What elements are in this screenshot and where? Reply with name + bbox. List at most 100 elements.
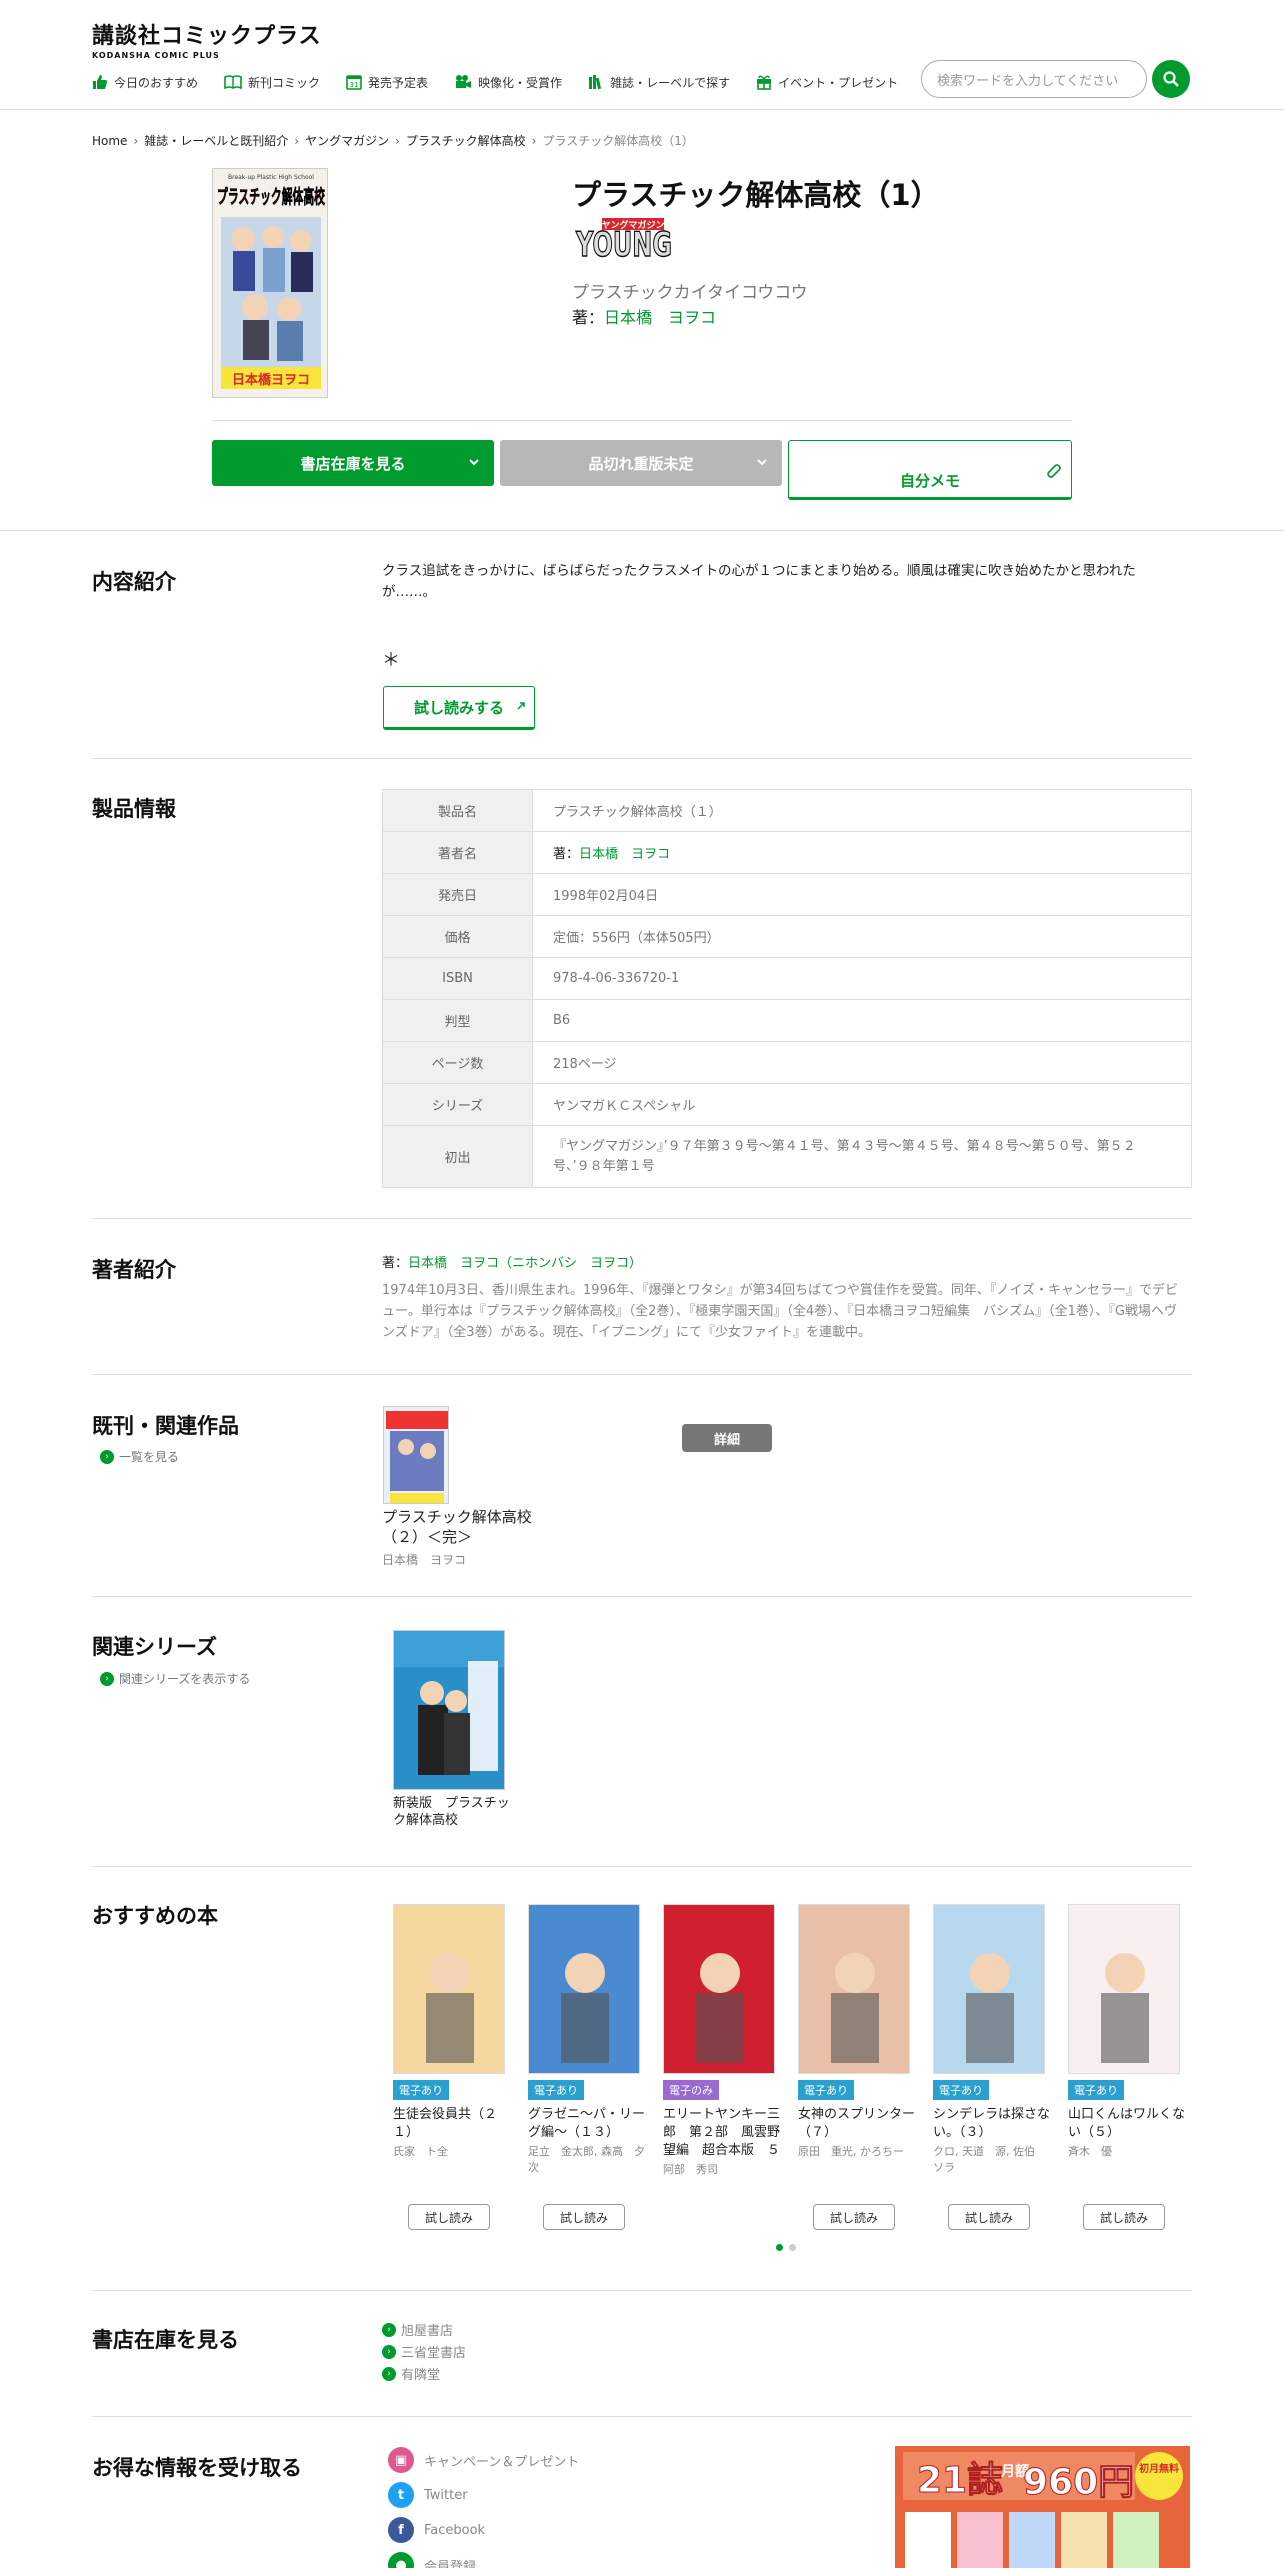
chevron-right-icon: › (100, 1449, 114, 1464)
twitter-label: Twitter (424, 2487, 468, 2503)
film-camera-icon (456, 75, 472, 88)
search-button[interactable] (1152, 60, 1190, 98)
book-title: プラスチック解体高校（1） (572, 178, 940, 212)
nav-magazines-labels[interactable]: 雑誌・レーベルで探す (588, 72, 730, 92)
recommend-title[interactable]: 生徒会役員共（２１） (393, 2106, 511, 2142)
store-stock-button[interactable]: 書店在庫を見る (212, 440, 494, 486)
recommend-try-read-button[interactable]: 試し読み (813, 2204, 895, 2230)
author-link[interactable]: 日本橋 ヨヲコ（ニホンバシ ヨヲコ） (408, 1256, 642, 1271)
section-title-recommend: おすすめの本 (92, 1904, 218, 1928)
table-row: ページ数 218ページ (382, 1041, 1192, 1084)
series-book-cover[interactable] (393, 1630, 505, 1790)
nav-new-comics[interactable]: 新刊コミック (224, 72, 320, 92)
store-stock-label: 書店在庫を見る (300, 454, 406, 473)
facebook-link[interactable]: f Facebook (388, 2517, 485, 2543)
site-header: 講談社コミックプラス KODANSHA COMIC PLUS 今日のおすすめ 新… (0, 0, 1284, 110)
store-link[interactable]: › 三省堂書店 (382, 2342, 466, 2361)
author-link[interactable]: 日本橋 ヨヲコ (579, 847, 670, 862)
book-author-line: 著：日本橋 ヨヲコ (572, 304, 716, 328)
series-list-label: 関連シリーズを表示する (119, 1672, 251, 1686)
recommend-cover[interactable] (663, 1904, 775, 2074)
row-key: 製品名 (382, 789, 533, 832)
pager-dot[interactable] (789, 2244, 796, 2251)
series-list-link[interactable]: › 関連シリーズを表示する (100, 1670, 250, 1687)
store-link[interactable]: › 有隣堂 (382, 2364, 440, 2383)
breadcrumb-home[interactable]: Home (92, 134, 127, 148)
recommend-cover[interactable] (393, 1904, 505, 2074)
recommend-item[interactable]: 電子のみ エリートヤンキー三郎 第２部 風雲野望編 超合本版 ５ 阿部 秀司 (663, 1904, 781, 2178)
nav-release-schedule[interactable]: 31 発売予定表 (346, 72, 428, 92)
row-value: 定価：556円（本体505円） (532, 915, 1192, 958)
recommend-title[interactable]: グラゼニ～パ・リーグ編～（１３） (528, 2106, 646, 2142)
pager-dot-active[interactable] (776, 2244, 783, 2251)
related-book-title[interactable]: プラスチック解体高校（２）＜完＞ (382, 1507, 562, 1547)
nav-today-recommend[interactable]: 今日のおすすめ (92, 72, 198, 92)
chevron-right-icon: › (382, 2344, 396, 2359)
store-label: 三省堂書店 (401, 2346, 467, 2361)
nav-events-presents[interactable]: イベント・プレゼント (756, 72, 898, 92)
nav-media-awards[interactable]: 映像化・受賞作 (454, 72, 562, 92)
search-input[interactable]: 検索ワードを入力してください (921, 60, 1147, 98)
recommend-try-read-button[interactable]: 試し読み (1083, 2204, 1165, 2230)
store-label: 有隣堂 (401, 2368, 441, 2383)
recommend-title[interactable]: エリートヤンキー三郎 第２部 風雲野望編 超合本版 ５ (663, 2106, 781, 2160)
section-title-stores: 書店在庫を見る (92, 2328, 239, 2352)
twitter-link[interactable]: t Twitter (388, 2482, 468, 2508)
recommend-cover[interactable] (528, 1904, 640, 2074)
related-book-cover[interactable] (383, 1406, 449, 1504)
recommend-title[interactable]: 山口くんはワルくない（５） (1068, 2106, 1186, 2142)
related-list-link[interactable]: › 一覧を見る (100, 1448, 179, 1465)
product-info-table: 製品名 プラスチック解体高校（１） 著者名 著：日本橋 ヨヲコ 発売日 1998年02… (382, 789, 1192, 1188)
store-link[interactable]: › 旭屋書店 (382, 2320, 453, 2339)
row-value: ヤンマガＫＣスペシャル (532, 1083, 1192, 1126)
row-key: 初出 (382, 1125, 533, 1188)
recommend-item[interactable]: 電子あり シンデレラは探さない。（３） クロ, 天道 源, 佐伯 ソラ (933, 1904, 1051, 2176)
section-title-series: 関連シリーズ (92, 1635, 217, 1659)
breadcrumb-magazines[interactable]: 雑誌・レーベルと既刊紹介 (144, 132, 288, 149)
gift-icon (757, 75, 772, 90)
carousel-pager (776, 2244, 796, 2251)
author-link[interactable]: 日本橋 ヨヲコ (604, 308, 716, 327)
recommend-item[interactable]: 電子あり 女神のスプリンター（７） 原田 重光, かろちー (798, 1904, 916, 2160)
recommend-tag: 電子あり (1068, 2080, 1124, 2100)
recommend-cover[interactable] (933, 1904, 1045, 2074)
recommend-item[interactable]: 電子あり 生徒会役員共（２１） 氏家 ト全 (393, 1904, 511, 2160)
divider (92, 1218, 1192, 1219)
global-nav: 今日のおすすめ 新刊コミック 31 発売予定表 映像化・受賞作 雑誌・レーベルで… (92, 72, 924, 92)
detail-button[interactable]: 詳細 (682, 1424, 772, 1452)
breadcrumb-young-magazine[interactable]: ヤングマガジン (305, 132, 389, 149)
recommend-item[interactable]: 電子あり グラゼニ～パ・リーグ編～（１３） 足立 金太郎, 森高 夕次 (528, 1904, 646, 2176)
recommend-cover[interactable] (798, 1904, 910, 2074)
recommend-try-read-button[interactable]: 試し読み (948, 2204, 1030, 2230)
author-prefix: 著： (572, 308, 605, 327)
recommend-title[interactable]: シンデレラは探さない。（３） (933, 2106, 1051, 2142)
campaign-link[interactable]: ▣ キャンペーン＆プレゼント (388, 2447, 579, 2473)
recommend-title[interactable]: 女神のスプリンター（７） (798, 2106, 916, 2142)
subscription-ad-banner[interactable]: 21誌 月額 960円 初月無料 (895, 2446, 1190, 2568)
try-read-button[interactable]: 試し読みする (383, 686, 535, 730)
ad-text-free: 初月無料 (1139, 2462, 1179, 2475)
author-prefix: 著： (382, 1256, 409, 1271)
cover-title: プラスチック解体高校 (217, 185, 326, 208)
series-book-title[interactable]: 新装版 プラスチック解体高校 (393, 1795, 511, 1829)
recommend-try-read-button[interactable]: 試し読み (543, 2204, 625, 2230)
recommend-author: クロ, 天道 源, 佐伯 ソラ (933, 2145, 1046, 2174)
search-icon (1163, 71, 1179, 87)
table-row: シリーズ ヤンマガＫＣスペシャル (382, 1083, 1192, 1126)
facebook-label: Facebook (424, 2522, 486, 2538)
my-memo-button[interactable]: 自分メモ (788, 440, 1072, 500)
ad-text-price: 960円 (1023, 2462, 1134, 2503)
recommend-tag: 電子のみ (663, 2080, 719, 2100)
site-logo[interactable]: 講談社コミックプラス KODANSHA COMIC PLUS (92, 18, 322, 60)
row-key: 発売日 (382, 873, 533, 916)
store-label: 旭屋書店 (401, 2324, 454, 2339)
magazine-logo[interactable]: YOUNG ヤングマガジン (572, 218, 676, 266)
member-register-link[interactable]: ● 会員登録 (388, 2552, 476, 2568)
row-value: 978-4-06-336720-1 (532, 957, 1192, 1000)
recommend-item[interactable]: 電子あり 山口くんはワルくない（５） 斉木 優 (1068, 1904, 1186, 2160)
breadcrumb-series[interactable]: プラスチック解体高校 (406, 132, 526, 149)
section-title-related: 既刊・関連作品 (92, 1414, 239, 1438)
recommend-try-read-button[interactable]: 試し読み (408, 2204, 490, 2230)
out-of-print-button[interactable]: 品切れ重版未定 (500, 440, 782, 486)
recommend-cover[interactable] (1068, 1904, 1180, 2074)
